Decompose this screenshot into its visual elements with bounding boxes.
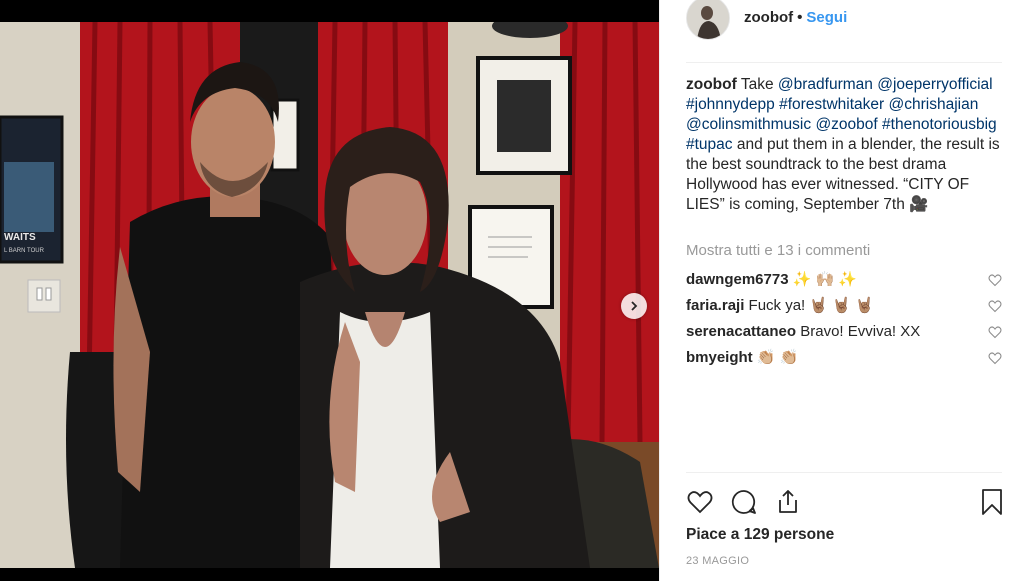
caption-username[interactable]: zoobof	[686, 76, 737, 93]
caption-tag-link[interactable]: #thenotoriousbig	[882, 116, 997, 133]
caption-tag-link[interactable]: @chrishajian	[889, 96, 979, 113]
post-date[interactable]: 23 MAGGIO	[686, 555, 749, 567]
caption-tag-link[interactable]: #forestwhitaker	[779, 96, 884, 113]
comment-text: ✨ 🙌🏼 ✨	[788, 271, 858, 288]
header-separator: •	[797, 9, 803, 26]
likes-count[interactable]: Piace a 129 persone	[686, 526, 834, 544]
next-photo-button[interactable]	[621, 293, 647, 319]
post-caption: zoobof Take @bradfurman @joeperryofficia…	[686, 75, 1006, 215]
heart-outline-small-icon[interactable]	[988, 299, 1002, 313]
post-media: WAITS L BARN TOUR	[0, 0, 659, 581]
caption-tag-link[interactable]: #johnnydepp	[686, 96, 775, 113]
poster-text-2: L BARN TOUR	[4, 248, 45, 254]
caption-tag-link[interactable]: #tupac	[686, 136, 733, 153]
comment-item: bmyeight 👏🏼 👏🏼	[686, 348, 798, 368]
action-bar	[686, 488, 1006, 518]
photo-illustration: WAITS L BARN TOUR	[0, 22, 659, 568]
caption-tag-link[interactable]: @colinsmithmusic	[686, 116, 811, 133]
share-icon[interactable]	[774, 488, 802, 516]
comment-text: 👏🏼 👏🏼	[752, 349, 799, 366]
comment-username[interactable]: dawngem6773	[686, 271, 789, 288]
comment-username[interactable]: bmyeight	[686, 349, 753, 366]
post-photo[interactable]: WAITS L BARN TOUR	[0, 22, 659, 568]
post-modal: WAITS L BARN TOUR zoobof • Segui zoobof …	[0, 0, 1024, 581]
comment-text: Bravo! Evviva! XX	[796, 323, 921, 340]
heart-outline-small-icon[interactable]	[988, 351, 1002, 365]
comment-text: Fuck ya! 🤘🏽 🤘🏽 🤘🏽	[744, 297, 874, 314]
comment-icon[interactable]	[730, 488, 758, 516]
caption-tag-link[interactable]: @bradfurman	[778, 76, 873, 93]
caption-tag-link[interactable]: @zoobof	[815, 116, 877, 133]
caption-text: Take	[740, 76, 778, 93]
heart-outline-small-icon[interactable]	[988, 273, 1002, 287]
comment-username[interactable]: faria.raji	[686, 297, 744, 314]
bookmark-icon[interactable]	[978, 488, 1006, 516]
avatar-image	[687, 0, 729, 39]
comment-item: faria.raji Fuck ya! 🤘🏽 🤘🏽 🤘🏽	[686, 296, 874, 316]
view-all-comments-link[interactable]: Mostra tutti e 13 i commenti	[686, 242, 870, 259]
poster-text-1: WAITS	[4, 232, 36, 243]
avatar[interactable]	[686, 0, 730, 40]
header-username[interactable]: zoobof	[744, 9, 793, 26]
comment-item: dawngem6773 ✨ 🙌🏼 ✨	[686, 270, 857, 290]
header-divider	[686, 62, 1002, 63]
post-sidebar: zoobof • Segui zoobof Take @bradfurman @jo…	[659, 0, 1024, 581]
chevron-right-icon	[631, 301, 638, 311]
comment-username[interactable]: serenacattaneo	[686, 323, 796, 340]
heart-icon[interactable]	[686, 488, 714, 516]
follow-button[interactable]: Segui	[806, 9, 847, 26]
post-header: zoobof • Segui	[744, 9, 847, 26]
comment-item: serenacattaneo Bravo! Evviva! XX	[686, 322, 920, 342]
heart-outline-small-icon[interactable]	[988, 325, 1002, 339]
caption-text: and put them in a blender, the result is…	[686, 136, 1000, 213]
caption-tag-link[interactable]: @joeperryofficial	[877, 76, 992, 93]
actions-divider	[686, 472, 1002, 473]
